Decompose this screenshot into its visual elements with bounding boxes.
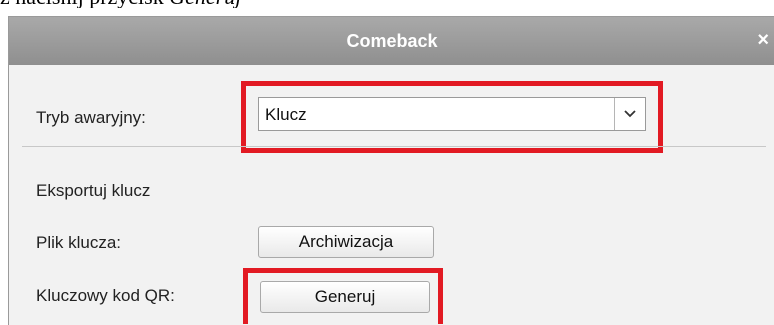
emergency-mode-value: Klucz — [265, 105, 307, 124]
backup-button[interactable]: Archiwizacja — [258, 226, 434, 258]
section-divider — [22, 146, 766, 147]
instruction-caption: ż naciśnij przycisk Generuj — [0, 0, 774, 8]
dialog-title: Comeback — [346, 31, 438, 51]
generate-button[interactable]: Generuj — [260, 281, 430, 313]
emergency-mode-select[interactable]: Klucz — [258, 97, 646, 131]
emergency-mode-label: Tryb awaryjny: — [36, 108, 146, 127]
caption-text: ż naciśnij przycisk — [0, 0, 169, 8]
dialog-titlebar[interactable]: Comeback × — [9, 17, 774, 65]
close-icon[interactable]: × — [757, 29, 769, 52]
qr-code-label: Kluczowy kod QR: — [36, 286, 175, 305]
caption-italic-word: Generuj — [169, 0, 241, 8]
chevron-down-icon[interactable] — [614, 98, 645, 130]
export-key-heading: Eksportuj klucz — [36, 181, 151, 200]
key-file-label: Plik klucza: — [36, 233, 122, 252]
